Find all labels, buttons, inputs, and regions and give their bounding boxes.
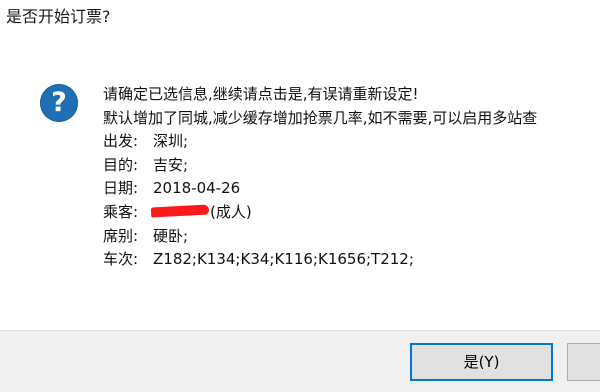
message-body: 请确定已选信息,继续请点击是,有误请重新设定! 默认增加了同城,减少缓存增加抢票… [103, 83, 600, 272]
seat-label: 席别: [103, 226, 139, 245]
train-row: 车次: Z182;K134;K34;K116;K1656;T212; [103, 248, 600, 272]
no-button[interactable] [567, 343, 600, 381]
to-row: 目的: 吉安; [103, 154, 600, 178]
question-icon: ? [40, 84, 78, 122]
default-note: 默认增加了同城,减少缓存增加抢票几率,如不需要,可以启用多站查 [103, 108, 538, 127]
passenger-type: (成人) [210, 202, 252, 221]
passenger-label: 乘客: [103, 202, 139, 221]
train-label: 车次: [103, 250, 139, 269]
from-row: 出发: 深圳; [103, 130, 600, 154]
passenger-row: 乘客: (成人) [103, 201, 600, 225]
seat-value: 硬卧; [153, 226, 189, 245]
date-value: 2018-04-26 [153, 179, 241, 198]
to-value: 吉安; [153, 155, 189, 174]
train-value: Z182;K134;K34;K116;K1656;T212; [153, 250, 414, 269]
yes-button[interactable]: 是(Y) [410, 343, 553, 381]
confirm-message: 请确定已选信息,继续请点击是,有误请重新设定! [103, 85, 419, 103]
dialog-title: 是否开始订票? [6, 7, 111, 26]
seat-row: 席别: 硬卧; [103, 225, 600, 249]
redaction-mark [153, 205, 209, 219]
to-label: 目的: [103, 155, 139, 174]
from-value: 深圳; [153, 132, 189, 151]
date-row: 日期: 2018-04-26 [103, 177, 600, 201]
date-label: 日期: [103, 179, 139, 198]
from-label: 出发: [103, 132, 139, 151]
